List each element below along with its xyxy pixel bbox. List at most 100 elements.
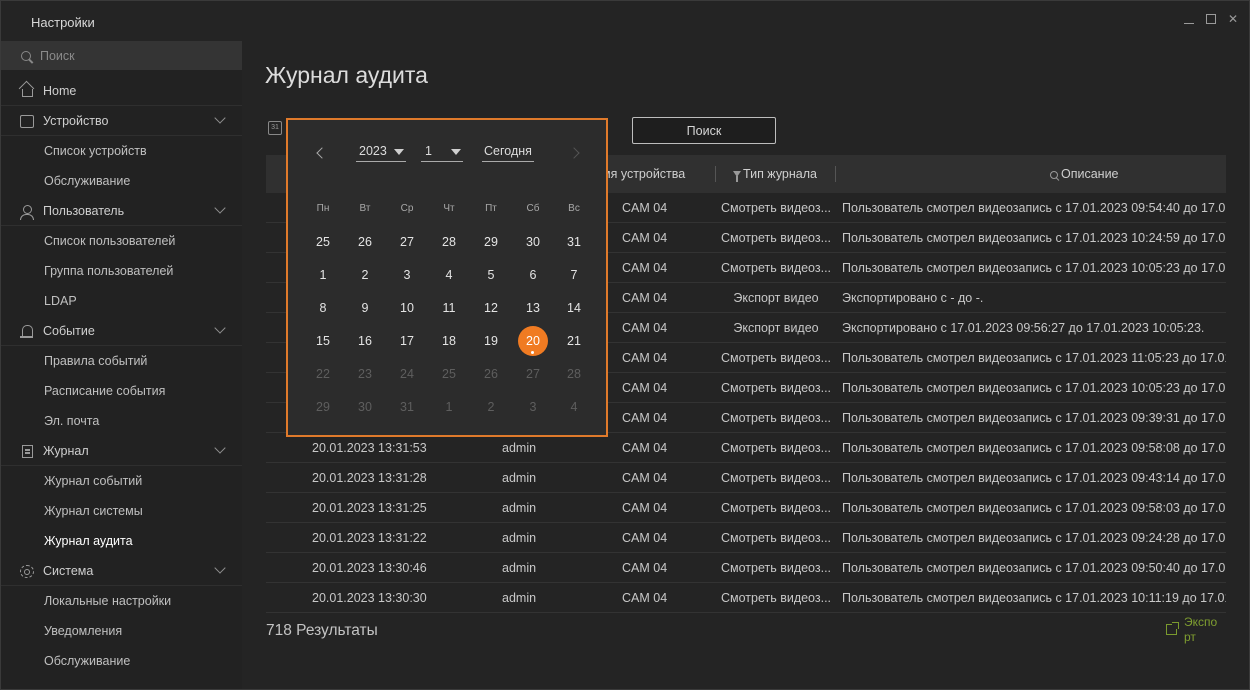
calendar-day[interactable]: 30 (350, 392, 380, 422)
calendar-day[interactable]: 1 (308, 260, 338, 290)
sidebar-group-12[interactable]: Журнал (1, 436, 242, 466)
calendar-day[interactable]: 28 (434, 227, 464, 257)
cell-description: Пользователь смотрел видеозапись с 17.01… (842, 261, 1226, 275)
calendar-day[interactable]: 29 (308, 392, 338, 422)
calendar-day[interactable]: 18 (434, 326, 464, 356)
table-row[interactable]: 20.01.2023 13:31:53 admin CAM 04 Смотреть в… (266, 433, 1226, 463)
search-button[interactable]: Поиск (632, 117, 776, 144)
calendar-day[interactable]: 11 (434, 293, 464, 323)
calendar-day[interactable]: 31 (392, 392, 422, 422)
calendar-day[interactable]: 27 (392, 227, 422, 257)
calendar-day[interactable]: 4 (559, 392, 589, 422)
table-row[interactable]: 20.01.2023 13:31:22 admin CAM 04 Смотреть в… (266, 523, 1226, 553)
calendar-day[interactable]: 30 (518, 227, 548, 257)
calendar-day[interactable]: 27 (518, 359, 548, 389)
calendar-day[interactable]: 25 (434, 359, 464, 389)
calendar-day[interactable]: 28 (559, 359, 589, 389)
calendar-day[interactable]: 19 (476, 326, 506, 356)
weekday-header: Пт (485, 203, 497, 214)
calendar-day[interactable]: 22 (308, 359, 338, 389)
column-description[interactable]: Описание (1050, 167, 1119, 181)
month-select[interactable]: 1 (421, 144, 463, 162)
sidebar-item-5[interactable]: Список пользователей (1, 226, 242, 256)
calendar-day[interactable]: 24 (392, 359, 422, 389)
sidebar-item-10[interactable]: Расписание события (1, 376, 242, 406)
chevron-down-icon[interactable] (214, 322, 226, 334)
next-month-chevron-icon[interactable] (568, 147, 580, 159)
sidebar-search-input[interactable] (40, 48, 230, 63)
sidebar-group-4[interactable]: Пользователь (1, 196, 242, 226)
chevron-down-icon[interactable] (214, 112, 226, 124)
calendar-day[interactable]: 2 (476, 392, 506, 422)
calendar-icon[interactable]: 31 (268, 121, 282, 135)
calendar-day[interactable]: 3 (518, 392, 548, 422)
sidebar-group-8[interactable]: Событие (1, 316, 242, 346)
selected-day[interactable]: 20 (518, 326, 548, 356)
today-button[interactable]: Сегодня (482, 144, 534, 162)
sidebar-item-7[interactable]: LDAP (1, 286, 242, 316)
cell-device: CAM 04 (622, 231, 668, 245)
calendar-day[interactable]: 23 (350, 359, 380, 389)
weekday-header: Ср (400, 203, 414, 214)
sidebar-item-label: Журнал системы (44, 504, 143, 518)
calendar-day[interactable]: 8 (308, 293, 338, 323)
sidebar-group-16[interactable]: Система (1, 556, 242, 586)
calendar-day[interactable]: 31 (559, 227, 589, 257)
calendar-day[interactable]: 2 (350, 260, 380, 290)
sidebar-item-9[interactable]: Правила событий (1, 346, 242, 376)
maximize-button[interactable] (1205, 13, 1217, 25)
calendar-day[interactable]: 1 (434, 392, 464, 422)
sidebar-item-11[interactable]: Эл. почта (1, 406, 242, 436)
sidebar-item-19[interactable]: Обслуживание (1, 646, 242, 676)
calendar-day[interactable]: 4 (434, 260, 464, 290)
cell-device: CAM 04 (622, 201, 668, 215)
calendar-day[interactable]: 7 (559, 260, 589, 290)
calendar-day[interactable]: 16 (350, 326, 380, 356)
export-icon (1166, 622, 1179, 635)
calendar-day[interactable]: 25 (308, 227, 338, 257)
calendar-day[interactable]: 17 (392, 326, 422, 356)
calendar-day[interactable]: 21 (559, 326, 589, 356)
calendar-day[interactable]: 26 (350, 227, 380, 257)
sidebar-item-14[interactable]: Журнал системы (1, 496, 242, 526)
minimize-button[interactable] (1183, 13, 1195, 25)
calendar-day[interactable]: 15 (308, 326, 338, 356)
column-divider (715, 166, 716, 182)
sidebar-item-3[interactable]: Обслуживание (1, 166, 242, 196)
sidebar-item-18[interactable]: Уведомления (1, 616, 242, 646)
calendar-day[interactable]: 6 (518, 260, 548, 290)
sidebar-item-17[interactable]: Локальные настройки (1, 586, 242, 616)
calendar-day[interactable]: 26 (476, 359, 506, 389)
calendar-day[interactable]: 9 (350, 293, 380, 323)
close-button[interactable]: ✕ (1227, 12, 1239, 26)
sidebar-group-1[interactable]: Устройство (1, 106, 242, 136)
calendar-day[interactable]: 29 (476, 227, 506, 257)
table-row[interactable]: 20.01.2023 13:30:30 admin CAM 04 Смотреть в… (266, 583, 1226, 613)
chevron-down-icon[interactable] (214, 202, 226, 214)
sidebar-group-0[interactable]: Home (1, 76, 242, 106)
caret-down-icon (394, 149, 404, 155)
table-row[interactable]: 20.01.2023 13:31:25 admin CAM 04 Смотреть в… (266, 493, 1226, 523)
export-button[interactable]: Экспорт (1166, 615, 1222, 645)
calendar-day[interactable]: 3 (392, 260, 422, 290)
table-row[interactable]: 20.01.2023 13:30:46 admin CAM 04 Смотреть в… (266, 553, 1226, 583)
column-log-type[interactable]: Тип журнала (733, 167, 817, 182)
table-row[interactable]: 20.01.2023 13:31:28 admin CAM 04 Смотреть в… (266, 463, 1226, 493)
chevron-down-icon[interactable] (214, 442, 226, 454)
calendar-day[interactable]: 13 (518, 293, 548, 323)
year-select[interactable]: 2023 (356, 144, 406, 162)
calendar-day[interactable]: 14 (559, 293, 589, 323)
calendar-day[interactable]: 12 (476, 293, 506, 323)
calendar-day[interactable]: 5 (476, 260, 506, 290)
sidebar-item-2[interactable]: Список устройств (1, 136, 242, 166)
calendar-day[interactable]: 10 (392, 293, 422, 323)
chevron-down-icon[interactable] (214, 562, 226, 574)
cell-log-type: Смотреть видеоз... (720, 501, 832, 515)
column-device-name[interactable]: мя устройства (602, 167, 685, 181)
prev-month-chevron-icon[interactable] (316, 147, 328, 159)
user-icon (20, 205, 34, 220)
sidebar-item-13[interactable]: Журнал событий (1, 466, 242, 496)
cell-device: CAM 04 (622, 411, 668, 425)
sidebar-item-15[interactable]: Журнал аудита (1, 526, 242, 556)
sidebar-item-6[interactable]: Группа пользователей (1, 256, 242, 286)
